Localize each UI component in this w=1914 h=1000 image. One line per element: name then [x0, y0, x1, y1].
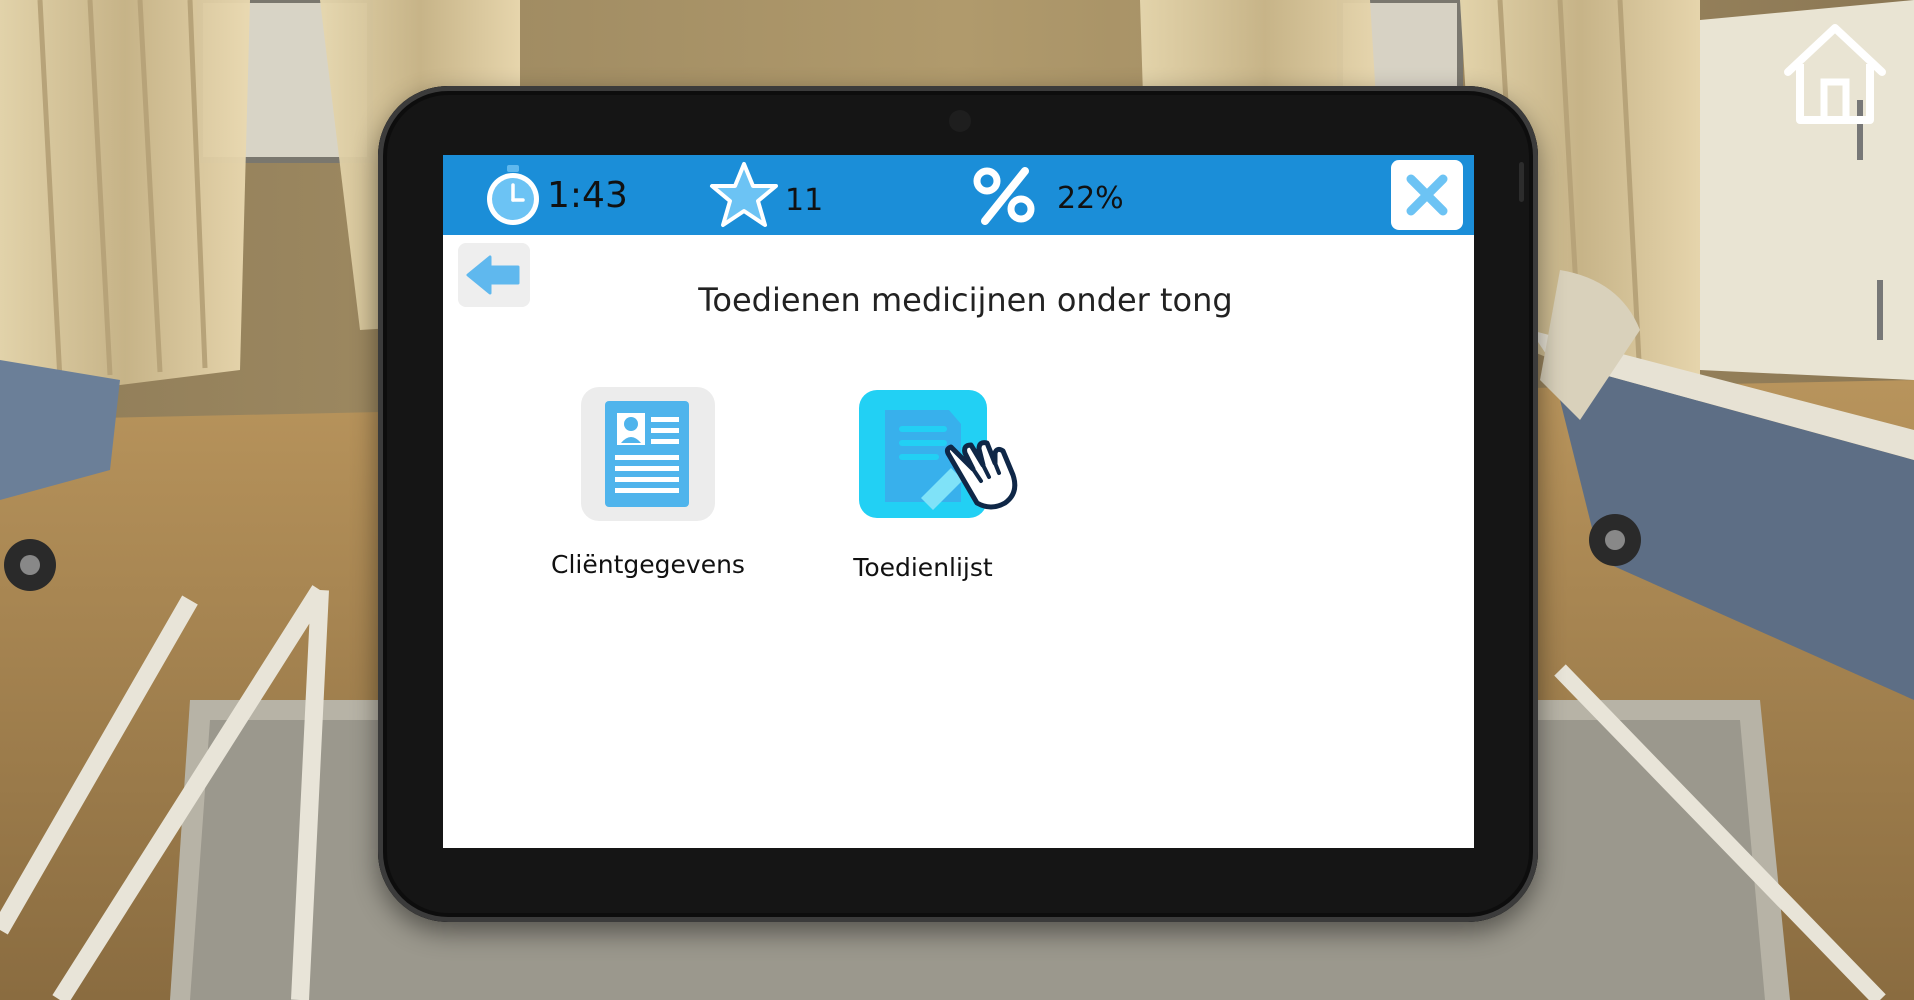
home-icon	[1784, 24, 1886, 124]
tablet-side-button	[1519, 162, 1524, 202]
percent-icon	[973, 167, 1035, 225]
page-title: Toedienen medicijnen onder tong	[698, 281, 1233, 319]
arrow-left-icon	[466, 255, 520, 295]
client-record-icon	[581, 387, 715, 521]
timer-value: 1:43	[547, 174, 628, 216]
app-client-data-label: Cliëntgegevens	[551, 550, 745, 579]
tablet-screen: 1:43 11 22% Toedienen medicijnen onder t…	[443, 155, 1474, 848]
tablet-camera	[949, 110, 971, 132]
hud-bar: 1:43 11 22%	[443, 155, 1474, 235]
progress-value: 22%	[1057, 180, 1124, 216]
home-button[interactable]	[1780, 22, 1890, 126]
stopwatch-icon	[487, 165, 539, 225]
close-icon	[1406, 174, 1448, 216]
stars: 11	[709, 161, 823, 229]
app-client-data[interactable]	[581, 387, 715, 521]
stars-value: 11	[785, 182, 824, 218]
close-button[interactable]	[1391, 160, 1463, 230]
app-medication-list-label: Toedienlijst	[853, 553, 993, 582]
progress: 22%	[973, 163, 1124, 227]
tablet-device: 1:43 11 22% Toedienen medicijnen onder t…	[378, 86, 1538, 922]
timer: 1:43	[483, 163, 628, 227]
star-icon	[710, 162, 778, 227]
hand-pointer-icon	[944, 440, 1018, 510]
back-button[interactable]	[458, 243, 530, 307]
